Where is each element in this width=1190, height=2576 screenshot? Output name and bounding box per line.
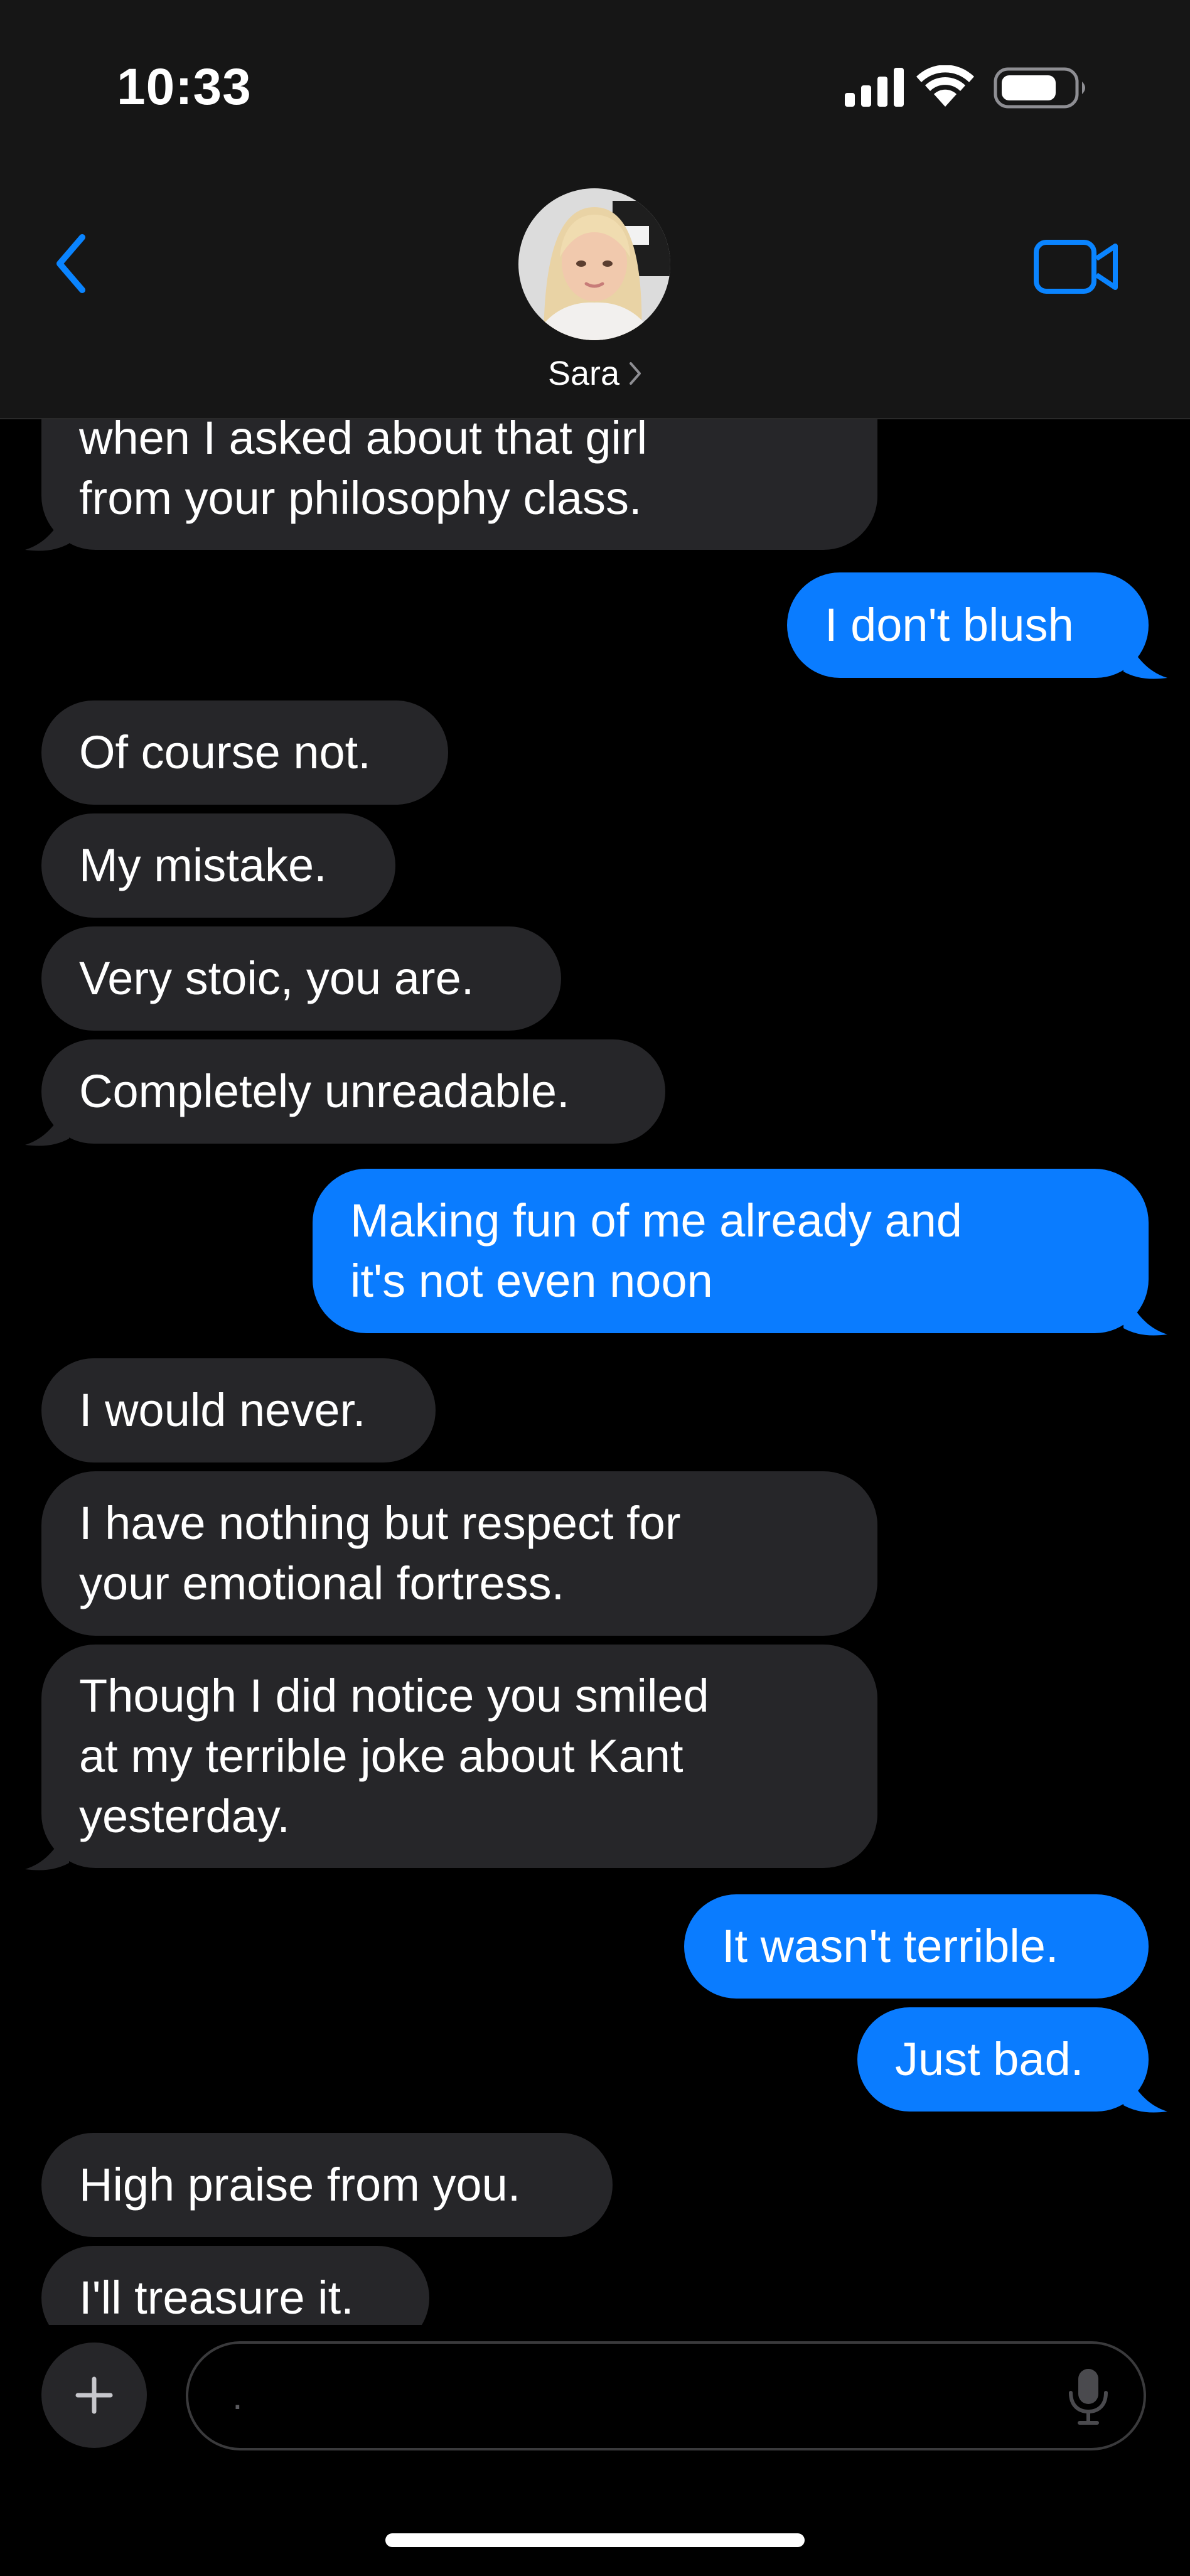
bubble-tail-incoming — [25, 1103, 69, 1146]
message-text-line: it's not even noon — [350, 1255, 713, 1307]
bubble-tail-incoming — [25, 1828, 69, 1870]
message-text-line: Though I did notice you smiled — [79, 1670, 709, 1722]
message-text-line: I don't blush — [825, 599, 1074, 651]
message-bubble-incoming[interactable]: Though I did notice you smiled at my ter… — [41, 1645, 877, 1868]
video-call-button[interactable] — [1029, 232, 1123, 301]
message-text-line: Completely unreadable. — [79, 1065, 570, 1117]
message-text-line: Very stoic, you are. — [79, 952, 474, 1004]
message-text-line: I'll treasure it. — [79, 2272, 354, 2324]
wifi-icon — [916, 65, 974, 107]
message-text-line: High praise from you. — [79, 2159, 521, 2211]
message-text-line: yesterday. — [79, 1790, 290, 1842]
bubble-tail-outgoing — [1123, 1293, 1167, 1336]
contact-name: Sara — [547, 355, 620, 392]
message-input[interactable] — [232, 2344, 1017, 2448]
plus-icon — [75, 2376, 113, 2414]
battery-icon — [994, 67, 1085, 109]
message-text-line: from your philosophy class. — [79, 472, 642, 524]
message-text-line: Making fun of me already and — [350, 1194, 962, 1247]
message-text-line: Of course not. — [79, 726, 371, 778]
message-bubble-incoming[interactable]: Very stoic, you are. — [41, 926, 561, 1031]
message-text-line: It wasn't terrible. — [722, 1920, 1059, 1972]
cellular-signal-icon — [845, 68, 904, 107]
messages-screen: when I asked about that girl from your p… — [0, 0, 1190, 2576]
message-bubble-incoming[interactable]: when I asked about that girl from your p… — [41, 419, 877, 550]
status-bar-icons — [845, 65, 1096, 110]
bubble-tail-incoming — [25, 508, 69, 551]
contact-name-button[interactable]: Sara — [0, 352, 1190, 395]
message-text-line: Just bad. — [895, 2033, 1084, 2085]
message-text-line: I have nothing but respect for — [79, 1497, 681, 1549]
message-text-line: My mistake. — [79, 839, 327, 891]
message-bubble-outgoing[interactable]: Just bad. — [857, 2007, 1149, 2112]
bubble-tail-outgoing — [1123, 2070, 1167, 2113]
chevron-left-icon — [56, 234, 85, 293]
status-bar-time: 10:33 — [117, 58, 252, 115]
microphone-icon[interactable] — [1063, 2366, 1113, 2427]
message-bubble-outgoing[interactable]: Making fun of me already and it's not ev… — [313, 1169, 1149, 1333]
back-button[interactable] — [44, 226, 100, 301]
conversation-header: 10:33 Sara — [0, 0, 1190, 419]
message-bubble-incoming[interactable]: I have nothing but respect for your emot… — [41, 1471, 877, 1636]
message-bubble-incoming[interactable]: High praise from you. — [41, 2133, 613, 2237]
message-thread[interactable]: when I asked about that girl from your p… — [0, 419, 1190, 2325]
message-bubble-outgoing[interactable]: It wasn't terrible. — [684, 1894, 1149, 1999]
message-text-line: your emotional fortress. — [79, 1557, 565, 1609]
message-text-line: I would never. — [79, 1384, 366, 1436]
message-bubble-incoming[interactable]: My mistake. — [41, 813, 395, 918]
home-indicator[interactable] — [385, 2533, 805, 2547]
message-text-line: when I asked about that girl — [79, 419, 648, 464]
message-bubble-incoming[interactable]: I'll treasure it. — [41, 2246, 429, 2325]
message-text-line: at my terrible joke about Kant — [79, 1730, 683, 1782]
video-camera-icon — [1034, 240, 1118, 294]
message-bubble-incoming[interactable]: Of course not. — [41, 700, 448, 805]
chevron-right-icon — [630, 362, 641, 385]
message-bubble-incoming[interactable]: Completely unreadable. — [41, 1039, 665, 1144]
message-input-container[interactable] — [186, 2341, 1146, 2450]
message-bubble-outgoing[interactable]: I don't blush — [787, 572, 1149, 678]
message-bubble-incoming[interactable]: I would never. — [41, 1358, 436, 1462]
bubble-tail-outgoing — [1123, 636, 1167, 679]
apps-plus-button[interactable] — [41, 2343, 147, 2448]
contact-avatar[interactable] — [518, 188, 670, 340]
